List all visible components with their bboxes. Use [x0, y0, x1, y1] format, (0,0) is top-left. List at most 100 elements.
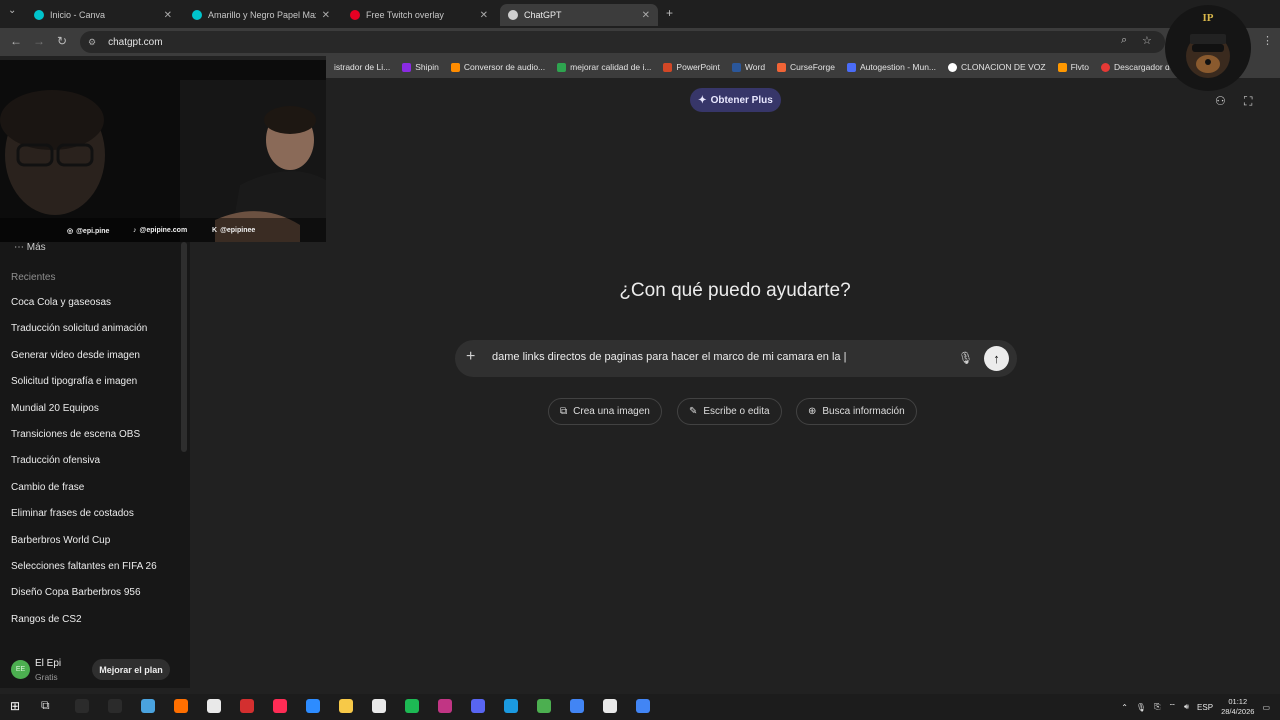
bookmark-label: CurseForge — [790, 62, 835, 72]
bookmark-icon — [450, 62, 460, 72]
tab-chatgpt[interactable]: ChatGPT ✕ — [500, 4, 658, 26]
create-image-chip[interactable]: ⧉ Crea una imagen — [548, 398, 662, 425]
chevron-up-icon[interactable]: ⌃ — [1121, 703, 1128, 712]
bookmark-item[interactable]: Word — [731, 62, 766, 72]
language-indicator[interactable]: ESP — [1197, 703, 1213, 712]
chat-history-item[interactable]: Transiciones de escena OBS — [11, 429, 140, 440]
bookmark-label: Word — [744, 62, 766, 72]
send-button[interactable]: ↑ — [984, 346, 1009, 371]
search-info-chip[interactable]: ⊕ Busca información — [796, 398, 917, 425]
taskbar-app-icon[interactable] — [339, 699, 353, 713]
tab-label: Free Twitch overlay — [366, 10, 444, 20]
avatar[interactable]: EE — [11, 660, 30, 679]
taskbar-app-icon[interactable] — [405, 699, 419, 713]
taskbar-app-icon[interactable] — [504, 699, 518, 713]
close-icon[interactable]: ✕ — [164, 10, 172, 21]
get-plus-button[interactable]: ✦ Obtener Plus — [690, 88, 781, 112]
bookmark-item[interactable]: istrador de Li... — [330, 62, 390, 72]
bookmark-item[interactable]: Autogestion - Mun... — [846, 62, 936, 72]
chat-history-item[interactable]: Diseño Copa Barberbros 956 — [11, 587, 141, 598]
write-edit-chip[interactable]: ✎ Escribe o edita — [677, 398, 782, 425]
social-label: @epipine.com — [139, 227, 188, 234]
taskbar-app-icon[interactable] — [438, 699, 452, 713]
sidebar-more[interactable]: ⋯ Más — [14, 242, 46, 253]
taskbar-app-icon[interactable] — [537, 699, 551, 713]
social-label: @epi.pine — [76, 227, 110, 235]
microphone-icon[interactable]: 🎙︎ — [958, 351, 973, 365]
taskbar-app-icon[interactable] — [108, 699, 122, 713]
sidebar-scrollbar[interactable] — [181, 242, 187, 452]
site-info-icon[interactable]: ⚙ — [88, 37, 96, 48]
chat-history-item[interactable]: Generar video desde imagen — [11, 350, 140, 361]
volume-icon[interactable]: 🔊︎ — [1184, 702, 1189, 712]
prompt-input[interactable]: dame links directos de paginas para hace… — [492, 351, 846, 363]
chatgpt-icon — [508, 10, 518, 20]
taskbar-app-icon[interactable] — [174, 699, 188, 713]
chat-history-item[interactable]: Cambio de frase — [11, 482, 84, 493]
bookmark-icon — [948, 62, 958, 72]
close-icon[interactable]: ✕ — [642, 10, 650, 21]
bookmark-label: CLONACION DE VOZ — [961, 62, 1046, 72]
taskbar-app-icon[interactable] — [306, 699, 320, 713]
taskbar-app-icon[interactable] — [471, 699, 485, 713]
chat-history-item[interactable]: Barberbros World Cup — [11, 535, 110, 546]
clock-date: 28/4/2026 — [1221, 707, 1255, 716]
chat-history-item[interactable]: Eliminar frases de costados — [11, 508, 134, 519]
taskbar-app-icon[interactable] — [372, 699, 386, 713]
taskbar-app-icon[interactable] — [141, 699, 155, 713]
bookmark-item[interactable]: PowerPoint — [663, 62, 720, 72]
add-attachment-icon[interactable]: + — [466, 349, 475, 365]
taskbar-app-icon[interactable] — [636, 699, 650, 713]
dog-mascot-icon — [1186, 34, 1230, 78]
chat-history-item[interactable]: Traducción ofensiva — [11, 455, 100, 466]
taskbar-app-icon[interactable] — [273, 699, 287, 713]
taskbar-app-icon[interactable] — [240, 699, 254, 713]
bookmark-item[interactable]: Conversor de audio... — [450, 62, 545, 72]
zoom-icon[interactable]: ⌕ — [1121, 34, 1127, 47]
bookmark-icon — [846, 62, 856, 72]
taskbar-app-icon[interactable] — [75, 699, 89, 713]
network-icon[interactable]: ⎘ — [1154, 702, 1160, 712]
forward-icon[interactable]: → — [33, 34, 45, 48]
chat-history-item[interactable]: Selecciones faltantes en FIFA 26 — [11, 561, 157, 572]
chip-label: Busca información — [822, 406, 905, 417]
logo-initials: IP — [1202, 12, 1214, 24]
tab-label: Amarillo y Negro Papel Maxima — [208, 10, 316, 20]
new-tab-icon[interactable]: + — [666, 6, 673, 20]
chat-history-item[interactable]: Rangos de CS2 — [11, 614, 82, 625]
bookmark-item[interactable]: CLONACION DE VOZ — [948, 62, 1046, 72]
bookmark-item[interactable]: CurseForge — [777, 62, 835, 72]
tab-twitch-overlay[interactable]: Free Twitch overlay ✕ — [342, 4, 496, 26]
tab-canva-design[interactable]: Amarillo y Negro Papel Maxima ✕ — [184, 4, 338, 26]
bookmark-label: PowerPoint — [676, 62, 720, 72]
share-user-icon[interactable]: ⚇ — [1215, 94, 1226, 108]
clock[interactable]: 01:12 28/4/2026 — [1221, 697, 1254, 717]
bookmark-item[interactable]: mejorar calidad de i... — [557, 62, 651, 72]
temporary-chat-icon[interactable]: ⛶ — [1244, 94, 1252, 109]
menu-icon[interactable]: ⋮ — [1262, 34, 1273, 47]
bookmark-star-icon[interactable]: ☆ — [1142, 34, 1152, 47]
bookmark-item[interactable]: Flvto — [1057, 62, 1089, 72]
microphone-icon[interactable]: 🎙︎ — [1136, 703, 1146, 712]
notification-icon[interactable]: ▭ — [1262, 703, 1270, 712]
upgrade-plan-button[interactable]: Mejorar el plan — [92, 659, 170, 680]
chat-history-item[interactable]: Traducción solicitud animación — [11, 323, 147, 334]
chat-history-item[interactable]: Solicitud tipografía e imagen — [11, 376, 137, 387]
tab-search-icon[interactable]: ⌄ — [8, 5, 16, 16]
address-bar[interactable]: ⚙ chatgpt.com — [80, 31, 1165, 53]
taskbar-app-icon[interactable] — [570, 699, 584, 713]
windows-start-icon[interactable]: ⊞ — [10, 699, 20, 713]
reload-icon[interactable]: ↻ — [57, 34, 67, 48]
chat-history-item[interactable]: Coca Cola y gaseosas — [11, 297, 111, 308]
close-icon[interactable]: ✕ — [480, 10, 488, 21]
taskbar-app-icon[interactable] — [603, 699, 617, 713]
bookmark-label: Shipin — [415, 62, 439, 72]
taskbar-app-icon[interactable] — [207, 699, 221, 713]
wifi-icon[interactable]: ⌔ — [1168, 702, 1176, 712]
back-icon[interactable]: ← — [10, 34, 22, 48]
task-view-icon[interactable]: ⧉ — [41, 698, 50, 713]
close-icon[interactable]: ✕ — [322, 10, 330, 21]
bookmark-item[interactable]: Shipin — [402, 62, 439, 72]
chat-history-item[interactable]: Mundial 20 Equipos — [11, 403, 99, 414]
tab-canva-home[interactable]: Inicio - Canva ✕ — [26, 4, 180, 26]
